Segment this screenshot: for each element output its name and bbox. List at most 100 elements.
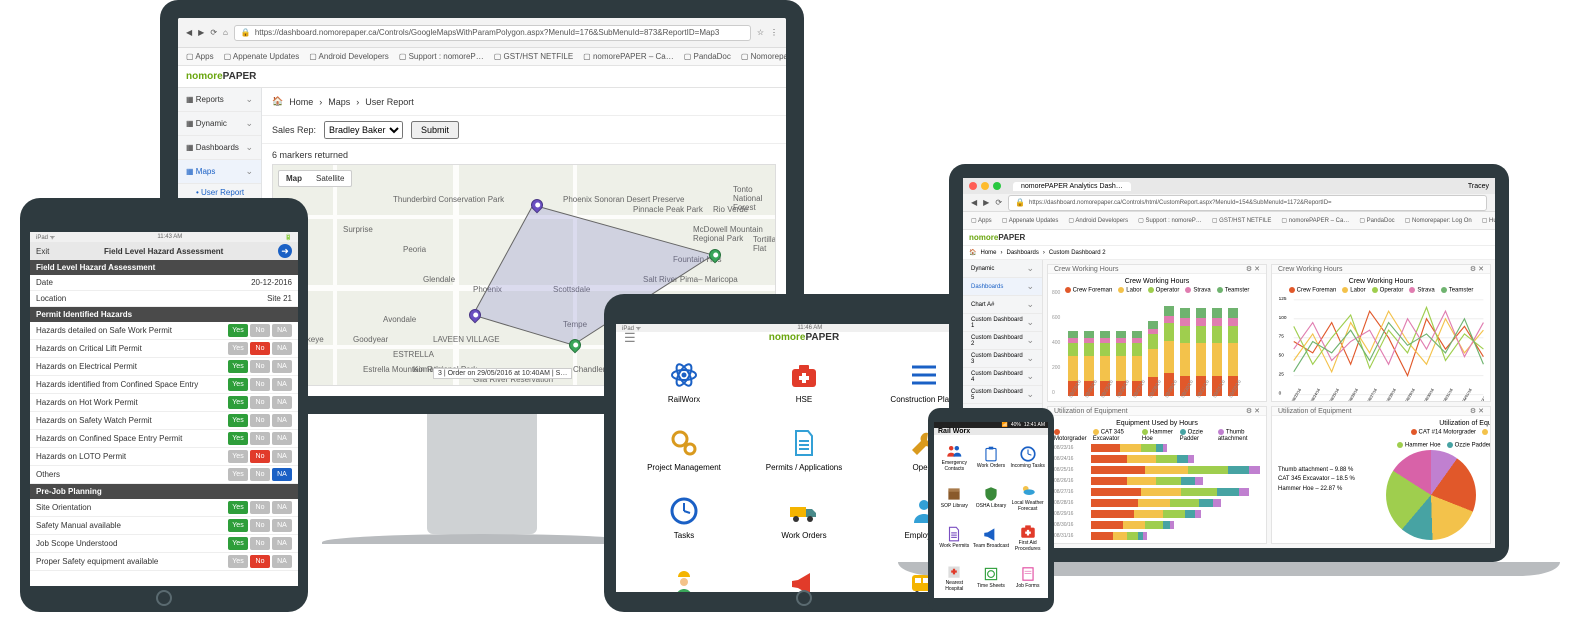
- bookmark-item[interactable]: ▢ PandaDoc: [684, 52, 731, 61]
- maximize-window-icon[interactable]: [993, 182, 1001, 190]
- no-button[interactable]: No: [250, 360, 270, 373]
- na-button[interactable]: NA: [272, 396, 292, 409]
- tile-work-permits[interactable]: Work Permits: [936, 517, 973, 557]
- reload-icon[interactable]: ⟳: [995, 198, 1002, 207]
- na-button[interactable]: NA: [272, 414, 292, 427]
- bookmark-item[interactable]: ▢ Appenate Updates: [224, 52, 300, 61]
- sidebar-item[interactable]: Custom Dashboard 4⌄: [963, 368, 1042, 386]
- sidebar-item[interactable]: Dashboards⌄: [963, 278, 1042, 296]
- no-button[interactable]: No: [250, 342, 270, 355]
- map-view[interactable]: Map: [279, 171, 309, 186]
- na-button[interactable]: NA: [272, 519, 292, 532]
- sidebar-item[interactable]: Custom Dashboard 1⌄: [963, 314, 1042, 332]
- tile-nearest-hospital[interactable]: Nearest Hospital: [936, 557, 973, 597]
- yes-button[interactable]: Yes: [228, 555, 248, 568]
- bookmark-item[interactable]: ▢ Apps: [186, 52, 214, 61]
- submit-icon[interactable]: ➜: [278, 244, 292, 258]
- tile-work-orders[interactable]: Work Orders: [746, 485, 862, 549]
- no-button[interactable]: No: [250, 450, 270, 463]
- bookmark-item[interactable]: ▢ PandaDoc: [1359, 217, 1394, 224]
- tile-railworx[interactable]: RailWorx: [626, 349, 742, 413]
- close-window-icon[interactable]: [969, 182, 977, 190]
- yes-button[interactable]: Yes: [228, 537, 248, 550]
- bookmark-item[interactable]: ▢ GST/HST NETFILE: [494, 52, 573, 61]
- bookmark-item[interactable]: ▢ nomorePAPER – Ca…: [1281, 217, 1349, 224]
- bookmark-item[interactable]: ▢ Apps: [971, 217, 992, 224]
- sidebar-item-dashboards[interactable]: ▦ Dashboards⌄: [178, 136, 261, 160]
- star-icon[interactable]: ☆: [757, 28, 764, 37]
- nav-fwd-icon[interactable]: ▶: [198, 28, 204, 37]
- exit-button[interactable]: Exit: [36, 247, 49, 256]
- nav-back-icon[interactable]: ◀: [971, 198, 977, 207]
- yes-button[interactable]: Yes: [228, 450, 248, 463]
- yes-button[interactable]: Yes: [228, 414, 248, 427]
- bookmark-item[interactable]: ▢ Appenate Updates: [1002, 217, 1059, 224]
- panel-menu-icon[interactable]: ⚙ ✕: [1470, 265, 1484, 273]
- menu-icon[interactable]: ☰: [624, 330, 636, 346]
- yes-button[interactable]: Yes: [228, 378, 248, 391]
- tile-job-forms[interactable]: Job Forms: [1009, 557, 1046, 597]
- na-button[interactable]: NA: [272, 324, 292, 337]
- no-button[interactable]: No: [250, 378, 270, 391]
- crumb-home[interactable]: Home: [289, 97, 313, 107]
- minimize-window-icon[interactable]: [981, 182, 989, 190]
- na-button[interactable]: NA: [272, 468, 292, 481]
- reload-icon[interactable]: ⟳: [210, 28, 217, 37]
- bookmark-item[interactable]: ▢ Hubspot Dashboard: [1482, 217, 1495, 224]
- yes-button[interactable]: Yes: [228, 324, 248, 337]
- no-button[interactable]: No: [250, 537, 270, 550]
- panel-menu-icon[interactable]: ⚙ ✕: [1470, 407, 1484, 415]
- nav-fwd-icon[interactable]: ▶: [983, 198, 989, 207]
- sidebar-item[interactable]: Custom Dashboard 2⌄: [963, 332, 1042, 350]
- no-button[interactable]: No: [250, 324, 270, 337]
- tile-time-sheets[interactable]: Time Sheets: [973, 557, 1010, 597]
- no-button[interactable]: No: [250, 396, 270, 409]
- sidebar-item[interactable]: Chart A#⌄: [963, 296, 1042, 314]
- no-button[interactable]: No: [250, 555, 270, 568]
- sidebar-item[interactable]: Custom Dashboard 5⌄: [963, 386, 1042, 404]
- url-bar[interactable]: 🔒 https://dashboard.nomorepaper.ca/Contr…: [1008, 195, 1487, 211]
- bookmark-item[interactable]: ▢ Nomorepaper: Log On: [741, 52, 786, 61]
- na-button[interactable]: NA: [272, 432, 292, 445]
- sidebar-item-reports[interactable]: ▦ Reports⌄: [178, 88, 261, 112]
- tile-permits[interactable]: Permits / Applications: [746, 417, 862, 481]
- yes-button[interactable]: Yes: [228, 468, 248, 481]
- na-button[interactable]: NA: [272, 537, 292, 550]
- bookmark-item[interactable]: ▢ Android Developers: [309, 52, 389, 61]
- home-icon[interactable]: 🏠: [969, 249, 976, 256]
- home-button[interactable]: [156, 590, 172, 606]
- na-button[interactable]: NA: [272, 501, 292, 514]
- tile-osha-library[interactable]: OSHA Library: [973, 477, 1010, 517]
- no-button[interactable]: No: [250, 414, 270, 427]
- no-button[interactable]: No: [250, 519, 270, 532]
- yes-button[interactable]: Yes: [228, 432, 248, 445]
- sidebar-item[interactable]: Custom Dashboard 3⌄: [963, 350, 1042, 368]
- tile-announce[interactable]: [746, 553, 862, 592]
- tile-first-aid[interactable]: First Aid Procedures: [1009, 517, 1046, 557]
- browser-tab[interactable]: nomorePAPER Analytics Dash…: [1013, 182, 1131, 191]
- yes-button[interactable]: Yes: [228, 501, 248, 514]
- bookmark-item[interactable]: ▢ Support : nomoreP…: [1138, 217, 1202, 224]
- tile-hse[interactable]: HSE: [746, 349, 862, 413]
- tile-incoming-tasks[interactable]: Incoming Tasks: [1009, 437, 1046, 477]
- yes-button[interactable]: Yes: [228, 396, 248, 409]
- form-field[interactable]: LocationSite 21: [30, 291, 298, 307]
- tile-project-management[interactable]: Project Management: [626, 417, 742, 481]
- tile-work-orders[interactable]: Work Orders: [973, 437, 1010, 477]
- sidebar-item[interactable]: Dynamic⌄: [963, 260, 1042, 278]
- na-button[interactable]: NA: [272, 555, 292, 568]
- na-button[interactable]: NA: [272, 360, 292, 373]
- sidebar-item-maps[interactable]: ▦ Maps⌄: [178, 160, 261, 184]
- home-button[interactable]: [796, 590, 812, 606]
- sales-rep-select[interactable]: Bradley Baker: [324, 121, 403, 139]
- na-button[interactable]: NA: [272, 450, 292, 463]
- satellite-view[interactable]: Satellite: [309, 171, 351, 186]
- bookmark-item[interactable]: ▢ GST/HST NETFILE: [1212, 217, 1272, 224]
- na-button[interactable]: NA: [272, 342, 292, 355]
- panel-menu-icon[interactable]: ⚙ ✕: [1246, 407, 1260, 415]
- bookmark-item[interactable]: ▢ Android Developers: [1068, 217, 1128, 224]
- map-toggle[interactable]: MapSatellite: [278, 170, 352, 187]
- tile-sop-library[interactable]: SOP Library: [936, 477, 973, 517]
- submit-button[interactable]: Submit: [411, 121, 459, 139]
- na-button[interactable]: NA: [272, 378, 292, 391]
